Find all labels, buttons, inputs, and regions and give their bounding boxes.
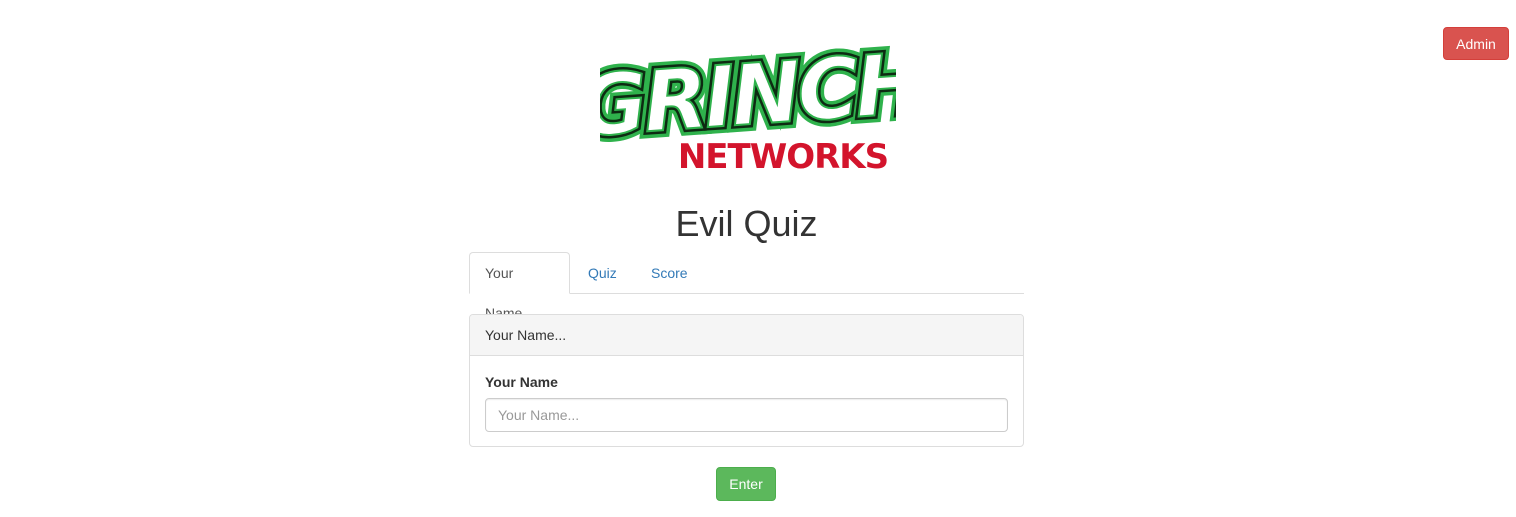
logo-line2: NETWORKS: [678, 137, 888, 174]
page-title: Evil Quiz: [675, 203, 818, 244]
tab-your-name[interactable]: Your Name: [469, 252, 570, 321]
page: Admin GRINCH GRINCH GRINCH NETWORKS Evil…: [0, 0, 1516, 517]
name-panel: Your Name... Your Name: [469, 314, 1024, 447]
name-field-label: Your Name: [485, 374, 558, 390]
name-input[interactable]: [485, 398, 1008, 432]
enter-button[interactable]: Enter: [716, 467, 776, 501]
panel-heading: Your Name...: [470, 315, 1023, 356]
tab-quiz[interactable]: Quiz: [573, 252, 632, 294]
panel-body: Your Name: [470, 374, 1023, 432]
tab-score[interactable]: Score: [636, 252, 703, 294]
grinch-networks-logo: GRINCH GRINCH GRINCH NETWORKS: [600, 28, 896, 174]
tab-bar: Your Name Quiz Score: [469, 252, 1024, 321]
admin-button[interactable]: Admin: [1443, 27, 1509, 60]
